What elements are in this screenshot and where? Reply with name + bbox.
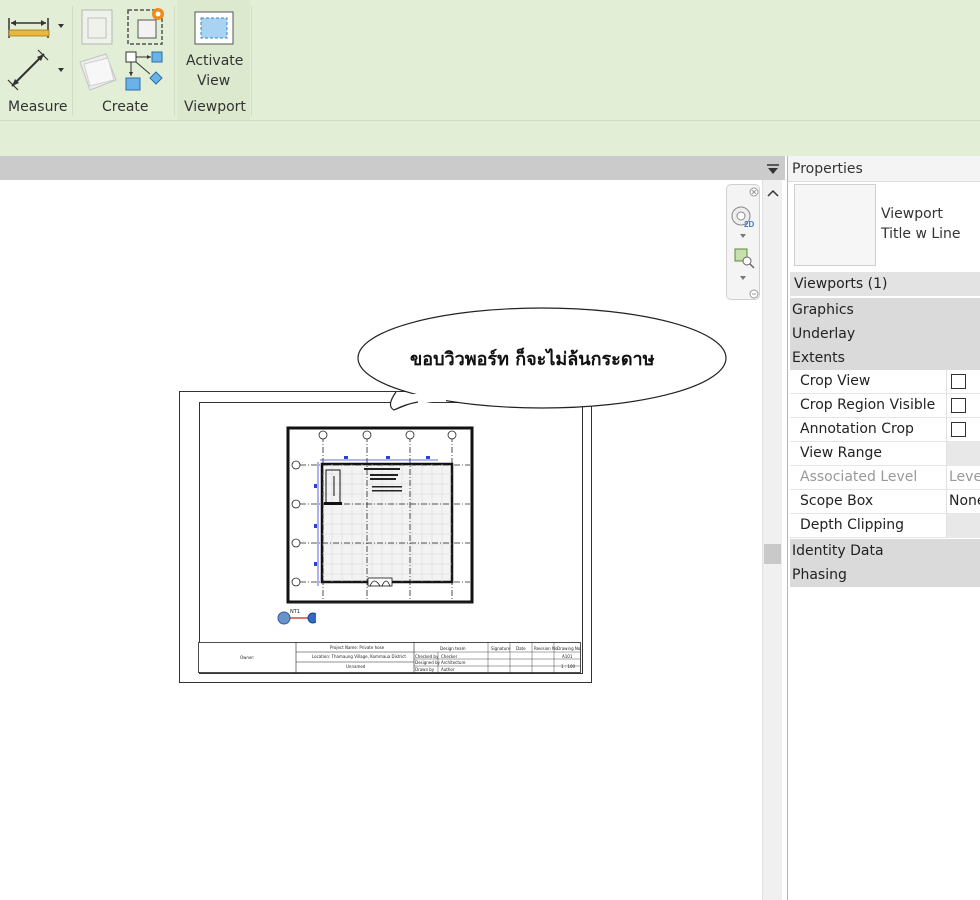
prop-value-annotation-crop — [946, 418, 980, 442]
view-tab-bar — [0, 156, 785, 180]
scrollbar-thumb[interactable] — [764, 544, 781, 564]
title-block-drawing-no: Drawing No. — [557, 646, 582, 651]
panel-separator — [251, 6, 252, 116]
title-block-checker: Checker — [441, 654, 458, 659]
chevron-down-icon[interactable] — [738, 275, 748, 281]
prop-row-scope-box: Scope Box None — [790, 490, 980, 514]
ribbon: Measure Create Activate View Viewport — [0, 0, 980, 120]
panel-label-measure: Measure — [8, 99, 68, 115]
associated-level-value: Level — [949, 469, 980, 485]
prop-label-annotation-crop: Annotation Crop — [800, 421, 914, 437]
title-block-designer: Architecture — [441, 660, 466, 665]
chevron-down-icon[interactable] — [738, 233, 748, 239]
type-selector-type[interactable]: Title w Line — [881, 226, 961, 242]
crop-view-checkbox[interactable] — [951, 374, 966, 389]
properties-title: Properties — [788, 156, 980, 182]
measure-along-element-button[interactable] — [6, 48, 66, 92]
title-block-signature: Signature — [491, 646, 511, 651]
options-icon[interactable] — [749, 289, 759, 299]
title-block-unnamed: Unnamed — [346, 664, 366, 669]
section-extents[interactable]: Extents — [790, 346, 980, 370]
type-preview-thumbnail — [794, 184, 876, 266]
title-block-author: Author — [441, 667, 455, 672]
prop-label-associated-level: Associated Level — [800, 469, 918, 485]
create-similar-button — [78, 6, 118, 46]
chevron-up-icon[interactable] — [766, 188, 780, 198]
close-icon[interactable] — [749, 187, 759, 197]
new-view-icon — [127, 8, 164, 45]
prop-row-annotation-crop: Annotation Crop — [790, 418, 980, 442]
title-block-design-team: Design team — [440, 646, 466, 651]
panel-label-viewport: Viewport — [184, 99, 246, 115]
title-block-date: Date — [516, 646, 526, 651]
title-block-drawn-by: Drawn by — [415, 667, 435, 672]
callout-text: ขอบวิวพอร์ท ก็จะไม่ล้นกระดาษ — [410, 349, 655, 370]
title-block-revision: Revision No. — [534, 646, 559, 651]
section-graphics[interactable]: Graphics — [790, 298, 980, 322]
section-identity-data[interactable]: Identity Data — [790, 539, 980, 563]
prop-value-crop-region-visible — [946, 394, 980, 418]
legend-button — [76, 50, 120, 94]
aligned-dimension-icon — [8, 18, 64, 38]
measure-between-points-button[interactable] — [6, 10, 66, 44]
type-selector-family[interactable]: Viewport — [881, 206, 943, 222]
floor-plan-viewport[interactable] — [286, 426, 476, 610]
create-view-button[interactable] — [124, 4, 168, 46]
prop-label-depth-clipping: Depth Clipping — [800, 517, 905, 533]
title-block-location: Location: Thamaung Village, Kommaua Dist… — [312, 654, 406, 659]
panel-separator — [72, 6, 73, 116]
navigation-bar: 2D — [726, 184, 760, 300]
section-underlay[interactable]: Underlay — [790, 322, 980, 346]
prop-row-depth-clipping: Depth Clipping — [790, 514, 980, 538]
ribbon-sub-strip — [0, 120, 980, 156]
properties-palette: Properties Viewport Title w Line Viewpor… — [787, 156, 980, 900]
prop-label-crop-region-visible: Crop Region Visible — [800, 397, 936, 413]
activate-view-button[interactable]: Activate View — [180, 6, 248, 94]
svg-text:2D: 2D — [744, 220, 754, 229]
scope-box-value: None — [949, 493, 980, 509]
panel-separator — [174, 6, 175, 116]
prop-row-view-range: View Range — [790, 442, 980, 466]
workflow-icon — [125, 51, 163, 91]
duplicate-view-icon — [81, 9, 113, 45]
section-phasing[interactable]: Phasing — [790, 563, 980, 587]
prop-label-view-range: View Range — [800, 445, 883, 461]
prop-row-crop-view: Crop View — [790, 370, 980, 394]
scope-box-dropdown[interactable]: None — [946, 490, 980, 514]
title-block-sheet-no: A101 — [562, 654, 573, 659]
activate-view-label: Activate — [186, 53, 244, 69]
stacked-sheets-icon — [79, 53, 117, 91]
instance-filter-dropdown[interactable]: Viewports (1) — [790, 272, 980, 296]
title-block-owner: Owner: — [240, 655, 255, 660]
prop-value-associated-level: Level — [946, 466, 980, 490]
annotation-crop-checkbox[interactable] — [951, 422, 966, 437]
activate-view-label: View — [197, 73, 231, 89]
prop-label-crop-view: Crop View — [800, 373, 871, 389]
view-range-edit-button[interactable] — [946, 442, 980, 466]
prop-value-crop-view — [946, 370, 980, 394]
zoom-region-icon[interactable] — [733, 247, 755, 269]
prop-label-scope-box: Scope Box — [800, 493, 874, 509]
matchline-button[interactable] — [124, 50, 168, 94]
title-block-designed-by: Designed by — [415, 660, 440, 665]
title-block-scale: 1 : 100 — [561, 664, 576, 669]
prop-row-associated-level: Associated Level Level — [790, 466, 980, 490]
2d-wheel-icon[interactable]: 2D — [730, 203, 756, 233]
viewport-tag-label: NT1 — [290, 609, 300, 615]
crop-region-visible-checkbox[interactable] — [951, 398, 966, 413]
prop-row-crop-region-visible: Crop Region Visible — [790, 394, 980, 418]
panel-label-create: Create — [102, 99, 149, 115]
view-menu-icon[interactable] — [766, 163, 780, 175]
title-block-project-name: Project Name: Private hose — [330, 645, 385, 650]
vertical-scrollbar[interactable] — [762, 180, 782, 900]
activate-view-icon — [194, 11, 234, 45]
title-block-checked-by: Checked by — [415, 654, 439, 659]
diagonal-measure-icon — [7, 49, 64, 91]
depth-clipping-edit-button[interactable] — [946, 514, 980, 538]
